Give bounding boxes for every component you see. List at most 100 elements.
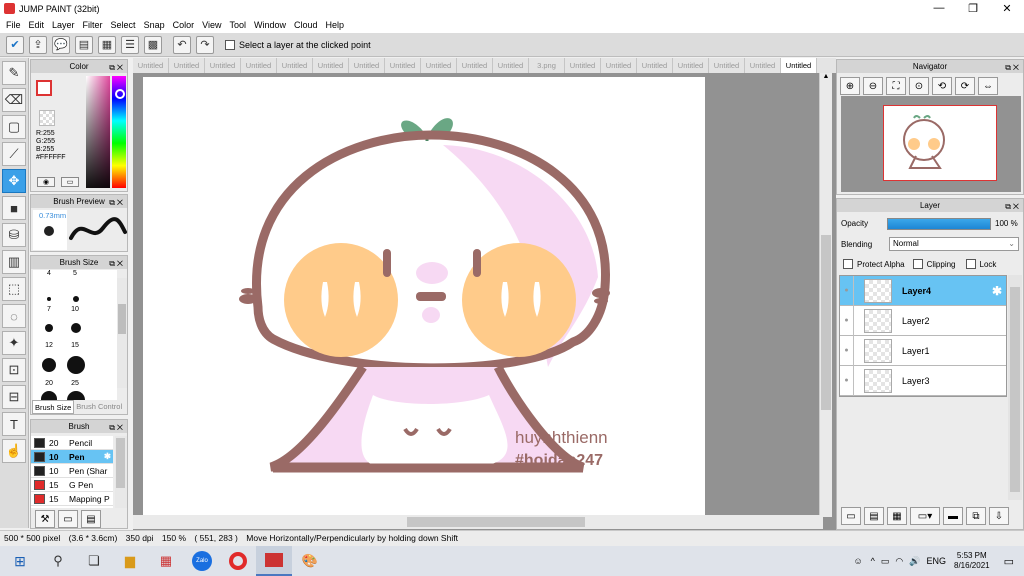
folder-icon[interactable]: ▬	[943, 507, 963, 525]
doc-tab[interactable]: Untitled	[277, 58, 313, 73]
visibility-icon[interactable]: ●	[840, 335, 854, 366]
brush-size-dot[interactable]	[47, 297, 51, 301]
doc-tab[interactable]: Untitled	[457, 58, 493, 73]
tab-brush-control[interactable]: Brush Control	[74, 400, 124, 414]
brush-item[interactable]: 20 Pencil	[31, 436, 113, 450]
menu-edit[interactable]: Edit	[25, 20, 49, 30]
zoom-in-icon[interactable]: ⊕	[840, 77, 860, 95]
brush-size-value[interactable]: 20	[39, 380, 59, 387]
clock[interactable]: 5:53 PM 8/16/2021	[954, 551, 990, 571]
brush-size-value[interactable]: 15	[65, 342, 85, 349]
canvas-vertical-scrollbar[interactable]: ▲	[819, 73, 832, 517]
layer-menu-icon[interactable]: ▭▾	[910, 507, 940, 525]
brush-size-value[interactable]: 10	[65, 306, 85, 313]
brush-size-grid[interactable]: 4 5 7 10 12 15 20 25	[33, 270, 117, 400]
doc-tab[interactable]: Untitled	[205, 58, 241, 73]
brush-size-dot[interactable]	[45, 324, 53, 332]
fill-rect-tool-icon[interactable]: ■	[2, 196, 26, 220]
select-eraser-icon[interactable]: ⊟	[2, 385, 26, 409]
gear-icon[interactable]: ✱	[104, 451, 111, 462]
doc-tab[interactable]: Untitled	[349, 58, 385, 73]
brush-size-dot[interactable]	[73, 296, 79, 302]
protect-alpha-checkbox[interactable]	[843, 259, 853, 269]
brush-item[interactable]: 15 G Pen	[31, 478, 113, 492]
brush-size-dot[interactable]	[67, 391, 85, 400]
magic-wand-icon[interactable]: ✦	[2, 331, 26, 355]
doc-tab[interactable]: Untitled	[637, 58, 673, 73]
color-picker-button[interactable]: ◉	[37, 177, 55, 187]
menu-filter[interactable]: Filter	[79, 20, 107, 30]
menu-help[interactable]: Help	[322, 20, 349, 30]
eraser-tool-icon[interactable]: ⌫	[2, 88, 26, 112]
brush-new-icon[interactable]: ▭	[58, 510, 78, 528]
layer-row-layer3[interactable]: ● Layer3	[840, 365, 1006, 396]
search-icon[interactable]: ⚲	[40, 546, 76, 576]
brush-add-icon[interactable]: ⚒	[35, 510, 55, 528]
visibility-icon[interactable]: ●	[840, 275, 854, 306]
fit-view-icon[interactable]: ⛶	[886, 77, 906, 95]
doc-tab[interactable]: Untitled	[709, 58, 745, 73]
duplicate-layer-icon[interactable]: ⧉	[966, 507, 986, 525]
undo-icon[interactable]: ↶	[173, 35, 191, 54]
menu-snap[interactable]: Snap	[140, 20, 169, 30]
brush-size-dot[interactable]	[41, 391, 57, 400]
export-icon[interactable]: ⇪	[29, 35, 47, 54]
move-tool-icon[interactable]: ✥	[2, 169, 26, 193]
horizontal-scroll-thumb[interactable]	[407, 517, 585, 527]
doc-tab[interactable]: Untitled	[565, 58, 601, 73]
doc-tab[interactable]: Untitled	[493, 58, 529, 73]
menu-window[interactable]: Window	[250, 20, 290, 30]
brush-list-scrollbar[interactable]	[115, 436, 127, 508]
jump-paint-taskbar-icon[interactable]	[256, 546, 292, 576]
doc-tab[interactable]: Untitled	[421, 58, 457, 73]
input-language[interactable]: ENG	[926, 556, 946, 566]
layer-row-layer1[interactable]: ● Layer1	[840, 335, 1006, 366]
brush-menu-icon[interactable]: ▤	[81, 510, 101, 528]
doc-tab[interactable]: Untitled	[313, 58, 349, 73]
transparent-swatch[interactable]	[39, 110, 55, 126]
menu-color[interactable]: Color	[169, 20, 199, 30]
message-icon[interactable]: ▤	[75, 35, 93, 54]
navigator-preview[interactable]	[841, 96, 1021, 192]
rotate-right-icon[interactable]: ⟳	[955, 77, 975, 95]
brush-size-value[interactable]: 12	[39, 342, 59, 349]
doc-tab[interactable]: Untitled	[673, 58, 709, 73]
foreground-color-swatch[interactable]	[36, 80, 52, 96]
drawing-canvas[interactable]: huynhthienn #hoidap247	[143, 77, 705, 515]
grid-icon[interactable]: ▩	[144, 35, 162, 54]
tab-brush-size[interactable]: Brush Size	[32, 400, 75, 414]
doc-tab[interactable]: Untitled	[385, 58, 421, 73]
people-icon[interactable]: ☺	[853, 556, 862, 566]
gradient-tool-icon[interactable]: ▥	[2, 250, 26, 274]
doc-tab-active[interactable]: Untitled	[781, 58, 817, 73]
comment-icon[interactable]: 💬	[52, 35, 70, 54]
paint-app-icon[interactable]: 🎨	[292, 546, 328, 576]
list-icon[interactable]: ☰	[121, 35, 139, 54]
menu-layer[interactable]: Layer	[48, 20, 79, 30]
menu-view[interactable]: View	[198, 20, 225, 30]
menu-tool[interactable]: Tool	[225, 20, 250, 30]
opacity-slider[interactable]	[887, 218, 991, 230]
doc-tab[interactable]: Untitled	[133, 58, 169, 73]
brush-item-selected[interactable]: 10 Pen ✱	[31, 450, 113, 464]
opera-icon[interactable]	[220, 546, 256, 576]
navigator-viewport[interactable]	[883, 105, 997, 181]
gear-icon[interactable]: ✱	[992, 284, 1002, 298]
cloud-sync-icon[interactable]: ✔	[6, 35, 24, 54]
zoom-out-icon[interactable]: ⊖	[863, 77, 883, 95]
redo-icon[interactable]: ↷	[196, 35, 214, 54]
app-grid-icon[interactable]: ▦	[148, 546, 184, 576]
brush-item[interactable]: 10 Pen (Shar	[31, 464, 113, 478]
brush-item[interactable]: 15 Mapping P	[31, 492, 113, 506]
document-icon[interactable]: ▦	[98, 35, 116, 54]
bucket-tool-icon[interactable]: ⛁	[2, 223, 26, 247]
zalo-icon[interactable]: Zalo	[184, 546, 220, 576]
lock-checkbox[interactable]	[965, 259, 976, 269]
brush-size-value[interactable]: 25	[65, 380, 85, 387]
blending-select[interactable]: Normal ⌄	[889, 237, 1019, 251]
doc-tab[interactable]: Untitled	[241, 58, 277, 73]
minimize-button[interactable]: —	[922, 2, 956, 15]
doc-tab[interactable]: Untitled	[169, 58, 205, 73]
brush-size-value[interactable]: 7	[39, 306, 59, 313]
visibility-icon[interactable]: ●	[840, 305, 854, 336]
